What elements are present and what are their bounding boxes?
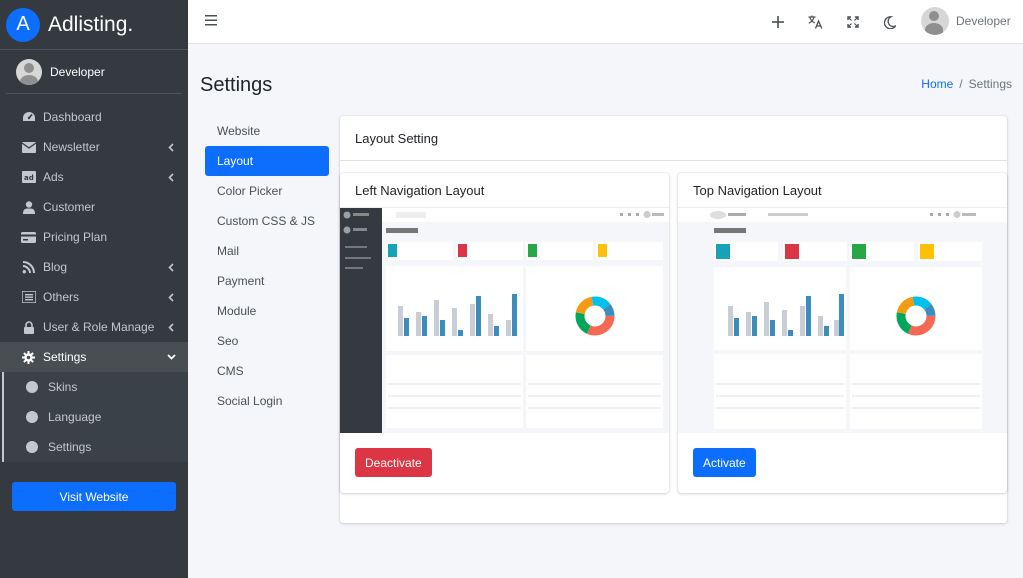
sidebar-item-user-role-manage[interactable]: User & Role Manage	[0, 312, 188, 342]
sidebar-item-newsletter[interactable]: Newsletter	[0, 132, 188, 162]
top-navbar: Developer	[188, 0, 1023, 44]
brand-logo: A	[6, 7, 40, 42]
brand-name: Adlisting.	[48, 12, 134, 36]
sidebar-item-label: Pricing Plan	[43, 230, 108, 244]
sidebar-subitem-settings[interactable]: Settings	[4, 432, 188, 462]
moon-icon[interactable]	[881, 13, 899, 31]
settings-menu-module[interactable]: Module	[205, 296, 329, 326]
chevron-left-icon	[166, 262, 176, 272]
sidebar-item-label: Others	[43, 290, 80, 304]
lock-icon	[21, 320, 36, 334]
sidebar-item-label: Dashboard	[43, 110, 102, 124]
sidebar-item-dashboard[interactable]: Dashboard	[0, 102, 188, 132]
top-navigation-layout-card: Top Navigation Layout Activate	[678, 173, 1007, 493]
sidebar-nav: Dashboard Newsletter ad Ads Customer Pri…	[0, 94, 188, 462]
avatar	[16, 58, 42, 85]
sidebar-item-pricing-plan[interactable]: Pricing Plan	[0, 222, 188, 252]
breadcrumb-home-link[interactable]: Home	[921, 77, 953, 91]
sidebar-item-others[interactable]: Others	[0, 282, 188, 312]
sidebar-subitem-label: Skins	[48, 380, 78, 394]
sidebar-subitem-label: Language	[48, 410, 102, 424]
translate-icon[interactable]	[806, 13, 824, 31]
blog-icon	[21, 260, 36, 274]
top-layout-preview-image	[678, 208, 1007, 433]
circle-icon	[26, 381, 38, 393]
sidebar-item-label: Blog	[43, 260, 68, 274]
hamburger-menu-icon[interactable]	[205, 15, 217, 27]
deactivate-button[interactable]: Deactivate	[355, 448, 432, 477]
settings-menu-social-login[interactable]: Social Login	[205, 386, 329, 416]
top-user-menu[interactable]: Developer	[921, 7, 1011, 35]
settings-menu-payment[interactable]: Payment	[205, 266, 329, 296]
settings-menu-website[interactable]: Website	[205, 116, 329, 146]
left-navigation-layout-card: Left Navigation Layout Deactivate	[340, 173, 669, 493]
chevron-left-icon	[166, 142, 176, 152]
breadcrumb-separator: /	[959, 77, 963, 91]
circle-icon	[26, 411, 38, 423]
chevron-left-icon	[166, 322, 176, 332]
avatar	[921, 7, 949, 35]
page-title: Settings	[200, 74, 273, 96]
plus-icon[interactable]	[769, 13, 787, 31]
svg-text:ad: ad	[24, 174, 34, 182]
card-title: Layout Setting	[340, 116, 1007, 161]
credit-card-icon	[21, 230, 36, 244]
ad-icon: ad	[21, 170, 36, 184]
fullscreen-icon[interactable]	[844, 13, 862, 31]
dashboard-icon	[21, 110, 36, 124]
settings-menu-color-picker[interactable]: Color Picker	[205, 176, 329, 206]
sidebar-item-settings[interactable]: Settings	[0, 342, 188, 372]
user-name: Developer	[50, 64, 105, 79]
layout-setting-card: Layout Setting Left Navigation Layout De…	[340, 116, 1007, 523]
sidebar-item-label: Newsletter	[43, 140, 100, 154]
settings-menu-mail[interactable]: Mail	[205, 236, 329, 266]
visit-website-button[interactable]: Visit Website	[12, 482, 176, 511]
sidebar-item-label: User & Role Manage	[43, 320, 155, 334]
breadcrumb-current: Settings	[968, 77, 1012, 91]
settings-menu-layout[interactable]: Layout	[205, 146, 329, 176]
gear-icon	[21, 350, 36, 364]
settings-menu: Website Layout Color Picker Custom CSS &…	[205, 116, 329, 416]
sidebar-item-label: Customer	[43, 200, 96, 214]
sidebar-item-ads[interactable]: ad Ads	[0, 162, 188, 192]
top-user-name: Developer	[956, 14, 1011, 28]
settings-menu-cms[interactable]: CMS	[205, 356, 329, 386]
left-layout-title: Left Navigation Layout	[340, 173, 669, 208]
sidebar-item-label: Settings	[43, 350, 87, 364]
list-icon	[21, 290, 36, 304]
sidebar-subitem-skins[interactable]: Skins	[4, 372, 188, 402]
breadcrumb: Home / Settings	[921, 77, 1012, 91]
sidebar: A Adlisting. Developer Dashboard Newslet…	[0, 0, 188, 578]
circle-icon	[26, 441, 38, 453]
sidebar-subitem-language[interactable]: Language	[4, 402, 188, 432]
envelope-icon	[21, 140, 36, 154]
settings-submenu: Skins Language Settings	[2, 372, 188, 462]
chevron-down-icon	[166, 352, 176, 362]
settings-menu-custom-css-js[interactable]: Custom CSS & JS	[205, 206, 329, 236]
chevron-left-icon	[166, 292, 176, 302]
user-icon	[21, 200, 36, 214]
sidebar-item-customer[interactable]: Customer	[0, 192, 188, 222]
user-panel[interactable]: Developer	[6, 50, 182, 94]
sidebar-item-blog[interactable]: Blog	[0, 252, 188, 282]
activate-button[interactable]: Activate	[693, 448, 756, 477]
chevron-left-icon	[166, 172, 176, 182]
settings-menu-seo[interactable]: Seo	[205, 326, 329, 356]
sidebar-subitem-label: Settings	[48, 440, 92, 454]
brand[interactable]: A Adlisting.	[0, 0, 188, 50]
top-layout-title: Top Navigation Layout	[678, 173, 1007, 208]
sidebar-item-label: Ads	[43, 170, 64, 184]
left-layout-preview-image	[340, 208, 669, 433]
